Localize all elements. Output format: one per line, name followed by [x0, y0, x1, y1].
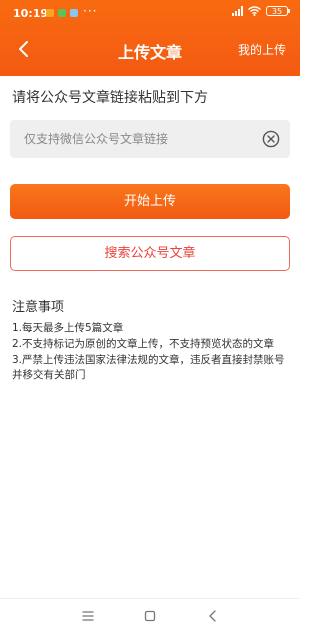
- link-input-box: [10, 120, 290, 158]
- notes-list: 1.每天最多上传5篇文章 2.不支持标记为原创的文章上传，不支持预览状态的文章 …: [12, 321, 292, 384]
- my-uploads-link[interactable]: 我的上传: [238, 41, 286, 58]
- battery-icon: 35: [266, 6, 290, 16]
- note-item: 3.严禁上传违法国家法律法规的文章，违反者直接封禁账号并移交有关部门: [12, 354, 285, 381]
- signal-icon: [232, 6, 243, 16]
- app-notification-icon-2: [58, 9, 66, 17]
- menu-icon[interactable]: [80, 608, 96, 624]
- status-right: 35: [232, 6, 290, 16]
- back-triangle-icon[interactable]: [205, 608, 221, 624]
- nav-bar: 上传文章 我的上传: [0, 30, 300, 68]
- paste-prompt: 请将公众号文章链接粘贴到下方: [12, 90, 208, 106]
- system-nav-bar: [0, 598, 300, 634]
- link-input[interactable]: [24, 120, 254, 158]
- app-notification-icon-1: [46, 9, 54, 17]
- notes-title: 注意事项: [12, 300, 65, 315]
- clear-close-circle-icon[interactable]: [262, 130, 280, 148]
- wifi-icon: [248, 6, 261, 16]
- search-articles-button[interactable]: 搜索公众号文章: [10, 236, 290, 271]
- note-item: 2.不支持标记为原创的文章上传，不支持预览状态的文章: [12, 338, 275, 350]
- home-square-icon[interactable]: [142, 608, 158, 624]
- status-time: 10:19: [13, 7, 49, 20]
- header: 10:19 ··· 35 上传文章 我的上传: [0, 0, 300, 76]
- more-notifications-icon: ···: [83, 4, 98, 18]
- status-bar: 10:19 ··· 35: [0, 0, 300, 26]
- note-item: 1.每天最多上传5篇文章: [12, 322, 124, 334]
- start-upload-button[interactable]: 开始上传: [10, 184, 290, 219]
- app-notification-icon-3: [70, 9, 78, 17]
